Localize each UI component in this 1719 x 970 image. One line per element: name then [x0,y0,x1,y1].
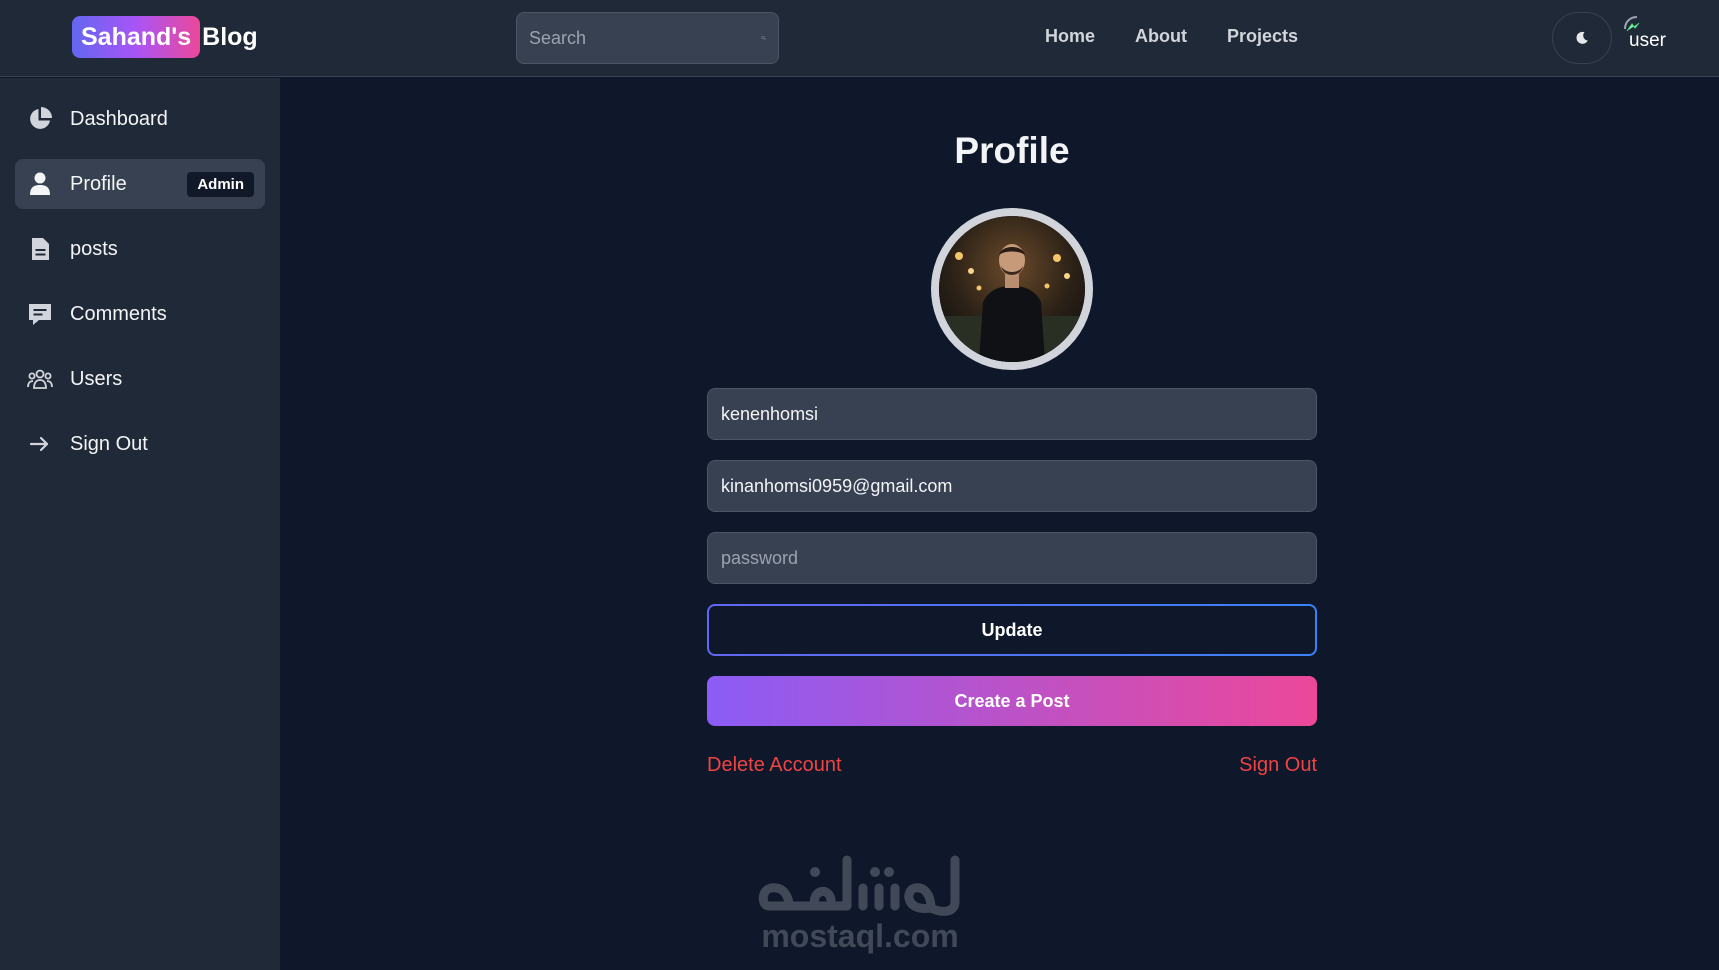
moon-icon [1576,31,1588,44]
password-field[interactable] [707,532,1317,584]
signout-link[interactable]: Sign Out [1239,754,1317,777]
sidebar-item-label: Comments [70,302,167,325]
update-button[interactable]: Update [707,604,1317,656]
search-icon[interactable] [761,26,766,50]
sidebar: Dashboard Profile Admin posts Comments U… [0,78,280,970]
sidebar-item-profile[interactable]: Profile Admin [15,159,265,209]
mostaql-arabic-logo [758,855,960,916]
logo-word: Blog [202,22,258,51]
watermark-text: mostaql.com [761,918,959,954]
sidebar-item-signout[interactable]: Sign Out [15,419,265,469]
sidebar-item-label: Sign Out [70,432,148,455]
users-group-icon [27,369,53,389]
avatar-alt-text: user [1629,30,1666,51]
sidebar-item-label: Users [70,367,123,390]
admin-badge: Admin [187,171,254,197]
sidebar-item-label: Dashboard [70,107,168,130]
page-title: Profile [954,130,1070,171]
user-avatar[interactable]: user [1622,14,1666,52]
mostaql-watermark: mostaql.com [755,850,965,955]
username-field[interactable] [707,388,1317,440]
sidebar-item-posts[interactable]: posts [15,224,265,274]
delete-account-link[interactable]: Delete Account [707,754,842,777]
main-nav: Home About Projects [1045,26,1298,47]
profile-main: Profile kenenhomsi kinanhomsi0959@gmail.… [280,78,1719,970]
pie-chart-icon [30,107,52,129]
sidebar-item-label: Profile [70,172,127,195]
profile-photo-image [939,216,1085,362]
sidebar-item-comments[interactable]: Comments [15,289,265,339]
sidebar-item-dashboard[interactable]: Dashboard [15,94,265,144]
nav-about[interactable]: About [1135,26,1187,47]
search-input[interactable] [529,27,761,49]
top-navbar: Sahand's Blog Home About Projects user [0,0,1719,77]
account-actions: Delete Account Sign Out [707,754,1317,777]
search-box [516,12,779,64]
theme-toggle-button[interactable] [1552,12,1612,64]
comment-icon [29,304,51,325]
nav-projects[interactable]: Projects [1227,26,1298,47]
create-post-button[interactable]: Create a Post [707,676,1317,726]
user-icon [30,172,50,195]
document-icon [32,238,49,260]
sidebar-item-label: posts [70,237,118,260]
site-logo[interactable]: Sahand's Blog [72,16,258,58]
arrow-right-icon [29,436,49,452]
email-field[interactable] [707,460,1317,512]
profile-photo[interactable] [931,208,1093,370]
profile-form: Update Create a Post Delete Account Sign… [707,388,1317,777]
logo-badge: Sahand's [72,16,201,58]
sidebar-item-users[interactable]: Users [15,354,265,404]
nav-home[interactable]: Home [1045,26,1095,47]
